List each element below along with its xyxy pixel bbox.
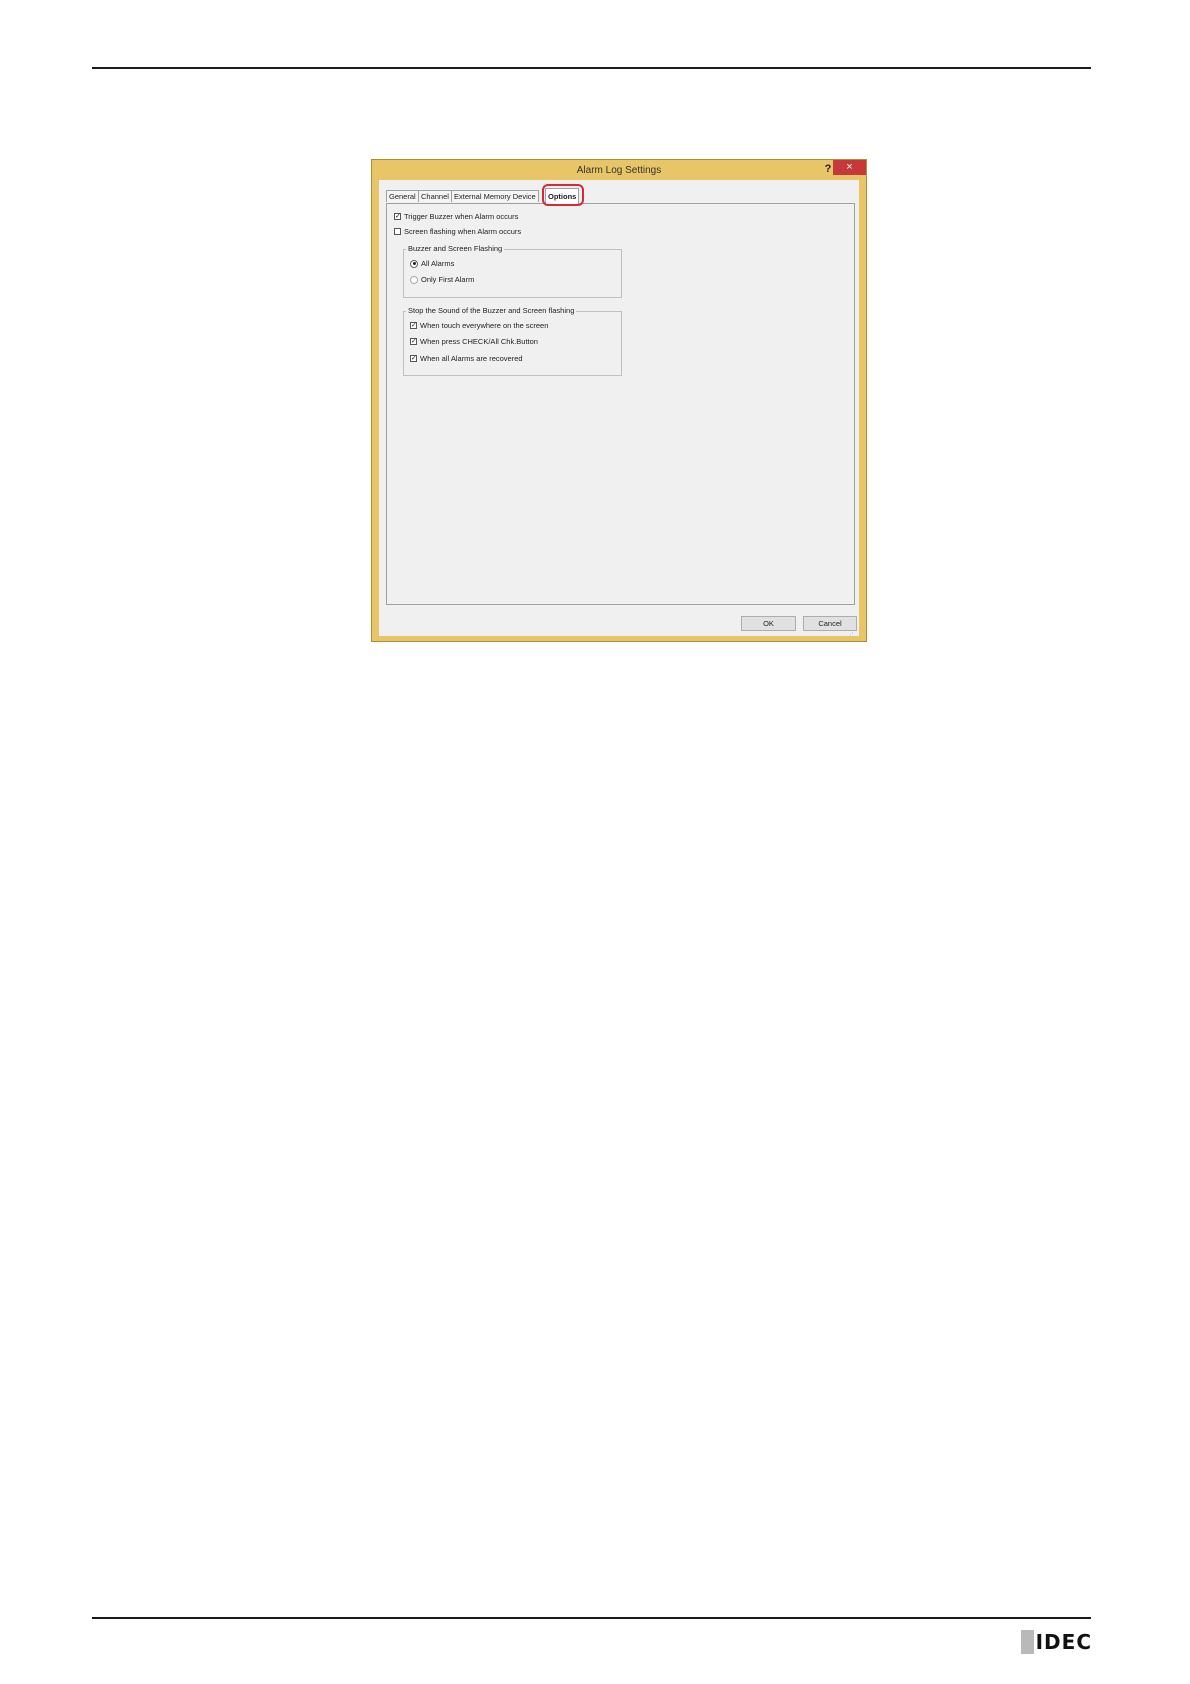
options-panel: ✓ Trigger Buzzer when Alarm occurs Scree… [386,203,855,605]
header-rule [92,67,1091,69]
logo-text: IDEC [1035,1630,1092,1654]
trigger-buzzer-row[interactable]: ✓ Trigger Buzzer when Alarm occurs [394,212,518,221]
stop-touch-row[interactable]: ✓ When touch everywhere on the screen [410,321,548,330]
close-button[interactable]: × [833,160,866,175]
screen-flashing-row[interactable]: Screen flashing when Alarm occurs [394,227,521,236]
dialog-client-area: General Channel External Memory Device O… [379,180,859,637]
all-alarms-label: All Alarms [421,259,455,268]
buzzer-screen-flashing-group: Buzzer and Screen Flashing All Alarms On… [403,244,622,298]
alarm-log-settings-dialog: Alarm Log Settings ? × General Channel E… [371,159,867,642]
screen-flashing-checkbox[interactable] [394,228,401,235]
trigger-buzzer-label: Trigger Buzzer when Alarm occurs [404,212,519,221]
stop-sound-group: Stop the Sound of the Buzzer and Screen … [403,306,622,376]
stop-recovered-checkbox[interactable]: ✓ [410,355,417,362]
resize-grip-icon[interactable]: ⋰ [849,629,856,637]
stop-check-button-checkbox[interactable]: ✓ [410,338,417,345]
tab-general[interactable]: General [386,190,419,202]
stop-recovered-label: When all Alarms are recovered [420,354,523,363]
stop-touch-label: When touch everywhere on the screen [420,321,549,330]
idec-logo: IDEC [1021,1629,1092,1655]
footer-rule [92,1617,1091,1619]
title-bar[interactable]: Alarm Log Settings ? × [372,160,866,179]
stop-touch-checkbox[interactable]: ✓ [410,322,417,329]
tab-options-highlight [542,184,584,206]
stop-check-button-row[interactable]: ✓ When press CHECK/All Chk.Button [410,337,538,346]
trigger-buzzer-checkbox[interactable]: ✓ [394,213,401,220]
tab-channel[interactable]: Channel [418,190,452,202]
stop-recovered-row[interactable]: ✓ When all Alarms are recovered [410,354,523,363]
stop-check-button-label: When press CHECK/All Chk.Button [420,337,538,346]
dialog-title: Alarm Log Settings [576,165,662,176]
ok-button[interactable]: OK [741,616,796,631]
all-alarms-radio[interactable] [410,259,418,268]
screen-flashing-label: Screen flashing when Alarm occurs [404,227,522,236]
radio-all-alarms-row[interactable]: All Alarms [410,259,454,268]
logo-mark-icon [1021,1630,1034,1654]
radio-only-first-alarm-row[interactable]: Only First Alarm [410,275,474,284]
tab-external-memory-device[interactable]: External Memory Device [451,190,539,202]
only-first-alarm-label: Only First Alarm [421,275,475,284]
only-first-alarm-radio[interactable] [410,275,418,284]
stop-group-title: Stop the Sound of the Buzzer and Screen … [406,306,577,315]
buzzer-group-title: Buzzer and Screen Flashing [406,244,505,253]
